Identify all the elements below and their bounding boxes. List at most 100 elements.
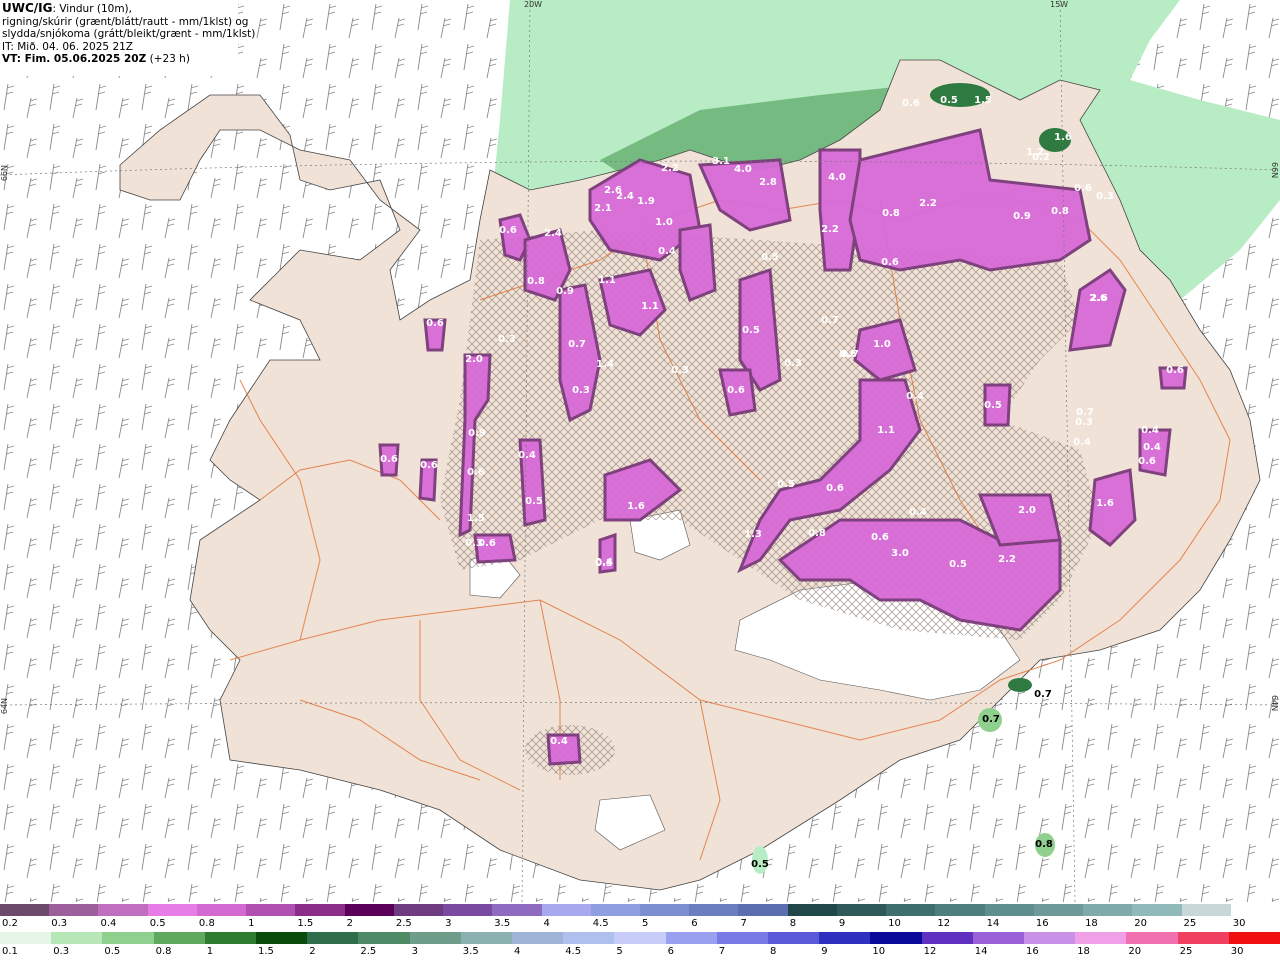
colorbar-swatch: [1075, 932, 1127, 944]
colorbar-label: 12: [937, 918, 951, 929]
map-header: UWC/IG: Vindur (10m), rigning/skúrir (gr…: [0, 0, 255, 76]
colorbar-swatch: [787, 904, 838, 916]
precip-value-label: 0.6: [902, 98, 920, 109]
precip-value-label: 2.8: [759, 177, 777, 188]
colorbar-swatch: [886, 904, 936, 916]
colorbar-swatch: [1132, 904, 1183, 916]
precip-value-label: 0.2: [1032, 152, 1050, 163]
colorbar-snow: [0, 904, 1280, 916]
precip-value-label: 0.5: [984, 400, 1002, 411]
precip-value-label: 4.0: [828, 172, 846, 183]
colorbar-rain-labels: 0.1 0.3 0.5 0.8 1 1.5 2 2.5 3 3.5 4 4.5 5 6 7 8 9 10 12 14 1…: [0, 946, 1280, 960]
colorbar-label: 4.5: [592, 918, 609, 929]
precip-value-label: 0.7: [568, 339, 586, 350]
precip-value-label: 1.6: [1054, 132, 1072, 143]
colorbar-swatch: [1083, 904, 1133, 916]
colorbar-label: 0.3: [53, 946, 70, 957]
precip-value-label: 1.0: [655, 217, 673, 228]
colorbar-swatch: [640, 904, 690, 916]
colorbar-label: 20: [1128, 946, 1142, 957]
colorbar-swatch: [819, 932, 871, 944]
colorbar-swatch: [196, 904, 247, 916]
colorbar-swatch: [153, 932, 206, 944]
precip-value-label: 1.5: [974, 95, 992, 106]
precip-value-label: 0.7: [1076, 407, 1094, 418]
colorbar-label: 5: [616, 946, 623, 957]
lat-label-right-64n: 64N: [1270, 695, 1279, 712]
colorbar-swatch: [344, 904, 395, 916]
precip-value-label: 0.8: [527, 276, 545, 287]
colorbar-label: 3.5: [494, 918, 511, 929]
colorbar-swatch: [295, 904, 346, 916]
precip-value-label: 0.6: [881, 257, 899, 268]
precip-value-label: 0.6: [499, 225, 517, 236]
colorbar-label: 12: [923, 946, 937, 957]
precip-value-label: 0.6: [1166, 365, 1184, 376]
colorbar-swatch: [0, 932, 52, 944]
precip-value-label: 0.5: [940, 95, 958, 106]
precip-value-label: 0.6: [380, 454, 398, 465]
lat-label-left-64n: 64N: [0, 698, 9, 715]
precip-value-label: 0.6: [467, 467, 485, 478]
colorbar-swatch: [1177, 932, 1230, 944]
colorbar-label: 7: [740, 918, 747, 929]
colorbar-swatch: [358, 932, 411, 944]
lon-label-15w: 15W: [1050, 0, 1069, 9]
precip-value-label: 0.6: [826, 483, 844, 494]
colorbar-label: 0.1: [2, 946, 18, 957]
colorbar-label: 0.5: [104, 946, 121, 957]
colorbar-swatch: [460, 932, 513, 944]
forecast-lead: (+23 h): [146, 53, 190, 66]
precip-value-label: 0.6: [839, 349, 857, 360]
colorbar-label: 0.4: [100, 918, 117, 929]
precip-value-label: 2.2: [661, 163, 679, 174]
colorbar-swatch: [716, 932, 769, 944]
precip-value-label: 0.5: [595, 558, 613, 569]
colorbar-swatch: [1024, 932, 1076, 944]
valid-time: VT: Fim. 05.06.2025 20Z: [2, 53, 147, 66]
colorbar-swatch: [393, 904, 444, 916]
precip-value-label: 0.5: [742, 325, 760, 336]
precip-value-label: 2.2: [998, 554, 1016, 565]
colorbar-label: 1: [206, 946, 214, 957]
colorbar-label: 2: [309, 946, 316, 957]
colorbar-swatch: [1033, 904, 1084, 916]
precip-value-label: 0.3: [572, 385, 590, 396]
precip-value-label: 1.4: [596, 359, 614, 370]
colorbar-swatch: [870, 932, 923, 944]
colorbar-swatch: [935, 904, 986, 916]
colorbar-swatch: [98, 904, 149, 916]
colorbar-swatch: [984, 904, 1035, 916]
colorbar-label: 0.8: [198, 918, 215, 929]
precip-value-label: 0.9: [556, 286, 574, 297]
precip-value-label: 0.4: [518, 450, 536, 461]
precip-value-label: 2.2: [821, 224, 839, 235]
precip-value-label: 4.0: [734, 164, 752, 175]
colorbar-label: 1.5: [258, 946, 274, 957]
legend-rain-line: rigning/skúrir (grænt/blátt/rautt - mm/1…: [2, 15, 249, 28]
colorbar-label: 9: [838, 918, 846, 929]
colorbar-swatch: [512, 932, 564, 944]
colorbar-swatch: [1230, 904, 1280, 916]
lon-label-20w: 20W: [524, 0, 543, 9]
precip-value-label: 0.5: [751, 859, 769, 870]
precip-value-label: 1.6: [1096, 498, 1114, 509]
precip-value-label: 2.4: [616, 191, 634, 202]
colorbar-label: 18: [1085, 918, 1098, 929]
colorbar-rain: [0, 932, 1280, 944]
colorbar-swatch: [409, 932, 462, 944]
precip-value-label: 0.4: [1073, 437, 1091, 448]
colorbar-swatch: [102, 932, 155, 944]
precip-value-label: 0.7: [982, 714, 1000, 725]
precip-value-label: 0.6: [1074, 183, 1092, 194]
colorbar-label: 2.5: [395, 918, 412, 929]
colorbar-swatch: [921, 932, 974, 944]
colorbar-label: 16: [1026, 946, 1039, 957]
precip-value-label: 0.8: [1051, 206, 1069, 217]
colorbar-label: 0.5: [149, 918, 166, 929]
colorbar-swatch: [614, 932, 667, 944]
precip-value-label: 0.4: [909, 507, 927, 518]
precip-value-label: 2.4: [544, 228, 562, 239]
colorbar-swatch: [972, 932, 1025, 944]
precip-value-label: 0.8: [808, 528, 826, 539]
